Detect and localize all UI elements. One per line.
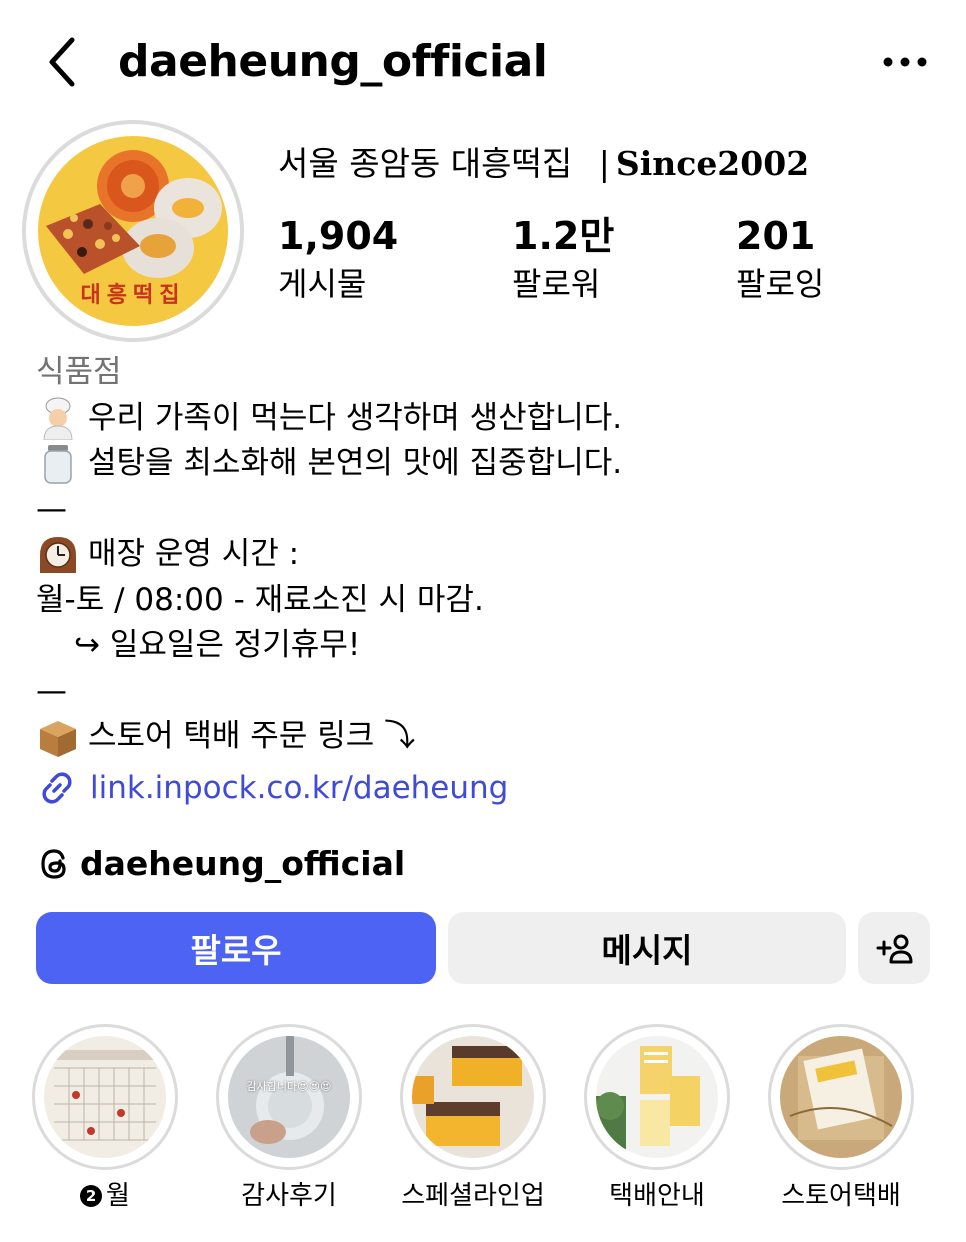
- bio-line: 설탕을 최소화해 본연의 맛에 집중합니다.: [36, 441, 936, 487]
- chevron-left-icon: [49, 37, 75, 87]
- highlight-item[interactable]: 2월: [32, 1024, 178, 1214]
- bio-line-1: 우리 가족이 먹는다 생각하며 생산합니다.: [88, 399, 623, 436]
- highlight-label: 2월: [32, 1178, 178, 1214]
- avatar[interactable]: 대흥떡집: [38, 136, 228, 326]
- threads-handle: daeheung_official: [80, 844, 406, 883]
- highlight-label-text: 월: [106, 1181, 130, 1211]
- jar-emoji-icon: [44, 444, 72, 484]
- stat-followers[interactable]: 1.2만 팔로워: [512, 210, 614, 306]
- message-button[interactable]: 메시지: [448, 912, 846, 984]
- bio-line: 매장 운영 시간 :: [36, 532, 936, 578]
- display-name: 서울 종암동 대흥떡집 | Since2002: [278, 140, 809, 188]
- highlight-item[interactable]: 택배안내: [584, 1024, 730, 1214]
- stat-posts[interactable]: 1,904 게시물: [278, 210, 398, 306]
- page-title: daeheung_official: [118, 36, 548, 87]
- avatar-logo-text: 대흥떡집: [80, 283, 186, 308]
- bio: 식품점 우리 가족이 먹는다 생각하며 생산합니다. 설탕을 최소화해 본연의 …: [36, 350, 936, 811]
- bio-link-text[interactable]: link.inpock.co.kr/daeheung: [90, 766, 508, 812]
- highlight-ring: [400, 1024, 546, 1170]
- display-name-since: Since2002: [615, 144, 810, 183]
- highlight-ring: [584, 1024, 730, 1170]
- chef-emoji-icon: [43, 397, 73, 441]
- highlight-ring: 감사합니다😍😍😍: [216, 1024, 362, 1170]
- highlight-item[interactable]: 스페셜라인업: [400, 1024, 546, 1214]
- highlight-review-thumbnail: 감사합니다😍😍😍: [228, 1036, 350, 1158]
- bio-hours: 월-토 / 08:00 - 재료소진 시 마감.: [36, 581, 484, 618]
- profile-header: daeheung_official: [0, 0, 966, 120]
- highlight-ring: [32, 1024, 178, 1170]
- highlight-label: 택배안내: [609, 1181, 705, 1211]
- stat-followers-value: 1.2만: [512, 214, 615, 258]
- more-options-button[interactable]: [880, 42, 930, 82]
- highlight-item[interactable]: 스토어택배: [768, 1024, 914, 1214]
- avatar-ring[interactable]: 대흥떡집: [22, 120, 244, 342]
- highlight-store-delivery-thumbnail: [780, 1036, 902, 1158]
- stat-following-value: 201: [736, 214, 816, 258]
- bio-line-2: 설탕을 최소화해 본연의 맛에 집중합니다.: [88, 445, 623, 481]
- follow-button[interactable]: 팔로우: [36, 912, 436, 984]
- highlight-delivery-info-thumbnail: [596, 1036, 718, 1158]
- threads-link[interactable]: daeheung_official: [36, 840, 405, 888]
- highlight-item[interactable]: 감사합니다😍😍😍 감사후기: [216, 1024, 362, 1214]
- stat-followers-label: 팔로워: [512, 265, 601, 303]
- highlight-label: 스토어택배: [781, 1181, 901, 1211]
- highlight-lineup-thumbnail: [412, 1036, 534, 1158]
- back-button[interactable]: [40, 34, 88, 90]
- suggested-users-button[interactable]: [858, 912, 930, 984]
- highlight-ring: [768, 1024, 914, 1170]
- stat-following-label: 팔로잉: [736, 265, 825, 303]
- highlight-overlay-text: 감사합니다😍😍😍: [246, 1080, 332, 1093]
- bio-category: 식품점: [36, 354, 122, 390]
- stat-posts-label: 게시물: [278, 265, 367, 303]
- bio-hours-title: 매장 운영 시간 :: [88, 536, 300, 572]
- bio-divider: —: [36, 490, 67, 527]
- display-name-text: 서울 종암동 대흥떡집: [278, 144, 573, 183]
- stat-posts-value: 1,904: [278, 214, 399, 258]
- display-name-separator: |: [598, 144, 610, 183]
- bio-line: 스토어 택배 주문 링크 ⤵: [36, 714, 936, 760]
- stat-following[interactable]: 201 팔로잉: [736, 210, 824, 306]
- bio-closed: ↪ 일요일은 정기휴무!: [74, 627, 361, 663]
- highlight-calendar-thumbnail: [44, 1036, 166, 1158]
- more-horizontal-icon: [883, 57, 927, 67]
- add-person-icon: [876, 934, 913, 964]
- bio-divider: —: [36, 672, 67, 709]
- bio-link[interactable]: link.inpock.co.kr/daeheung: [36, 766, 936, 812]
- highlight-label: 감사후기: [241, 1181, 337, 1211]
- bio-store-line: 스토어 택배 주문 링크 ⤵: [88, 718, 416, 754]
- bio-line: 우리 가족이 먹는다 생각하며 생산합니다.: [36, 396, 936, 442]
- highlight-label: 스페셜라인업: [401, 1181, 545, 1211]
- threads-icon: [41, 849, 66, 879]
- highlight-number-badge: 2: [80, 1185, 103, 1207]
- link-icon: [42, 772, 72, 804]
- package-emoji-icon: [40, 720, 76, 757]
- mantelpiece-clock-emoji-icon: [40, 536, 76, 573]
